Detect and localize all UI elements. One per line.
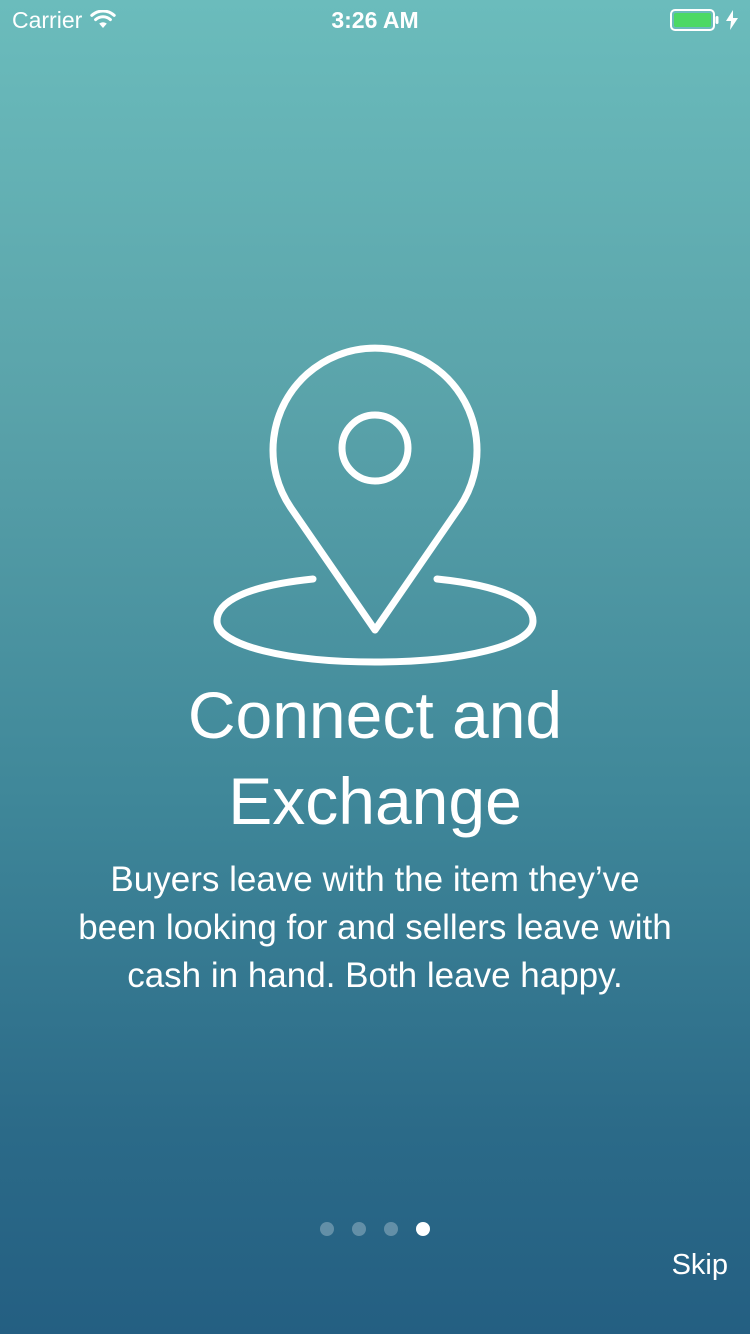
location-pin-icon [205,340,545,670]
page-dot-3[interactable] [384,1222,398,1236]
page-dot-1[interactable] [320,1222,334,1236]
charging-icon [726,10,738,30]
page-title: Connect and Exchange [0,672,750,844]
battery-icon [670,9,720,31]
status-bar: Carrier 3:26 AM [0,0,750,40]
title-line-1: Connect and [187,678,563,752]
status-time: 3:26 AM [331,7,419,33]
description-text: Buyers leave with the item they’ve been … [78,860,672,995]
page-indicator[interactable] [0,1222,750,1236]
skip-button[interactable]: Skip [672,1246,728,1284]
page-dot-4[interactable] [416,1222,430,1236]
title-line-2: Exchange [228,764,522,838]
page-dot-2[interactable] [352,1222,366,1236]
battery-indicator [670,9,738,31]
